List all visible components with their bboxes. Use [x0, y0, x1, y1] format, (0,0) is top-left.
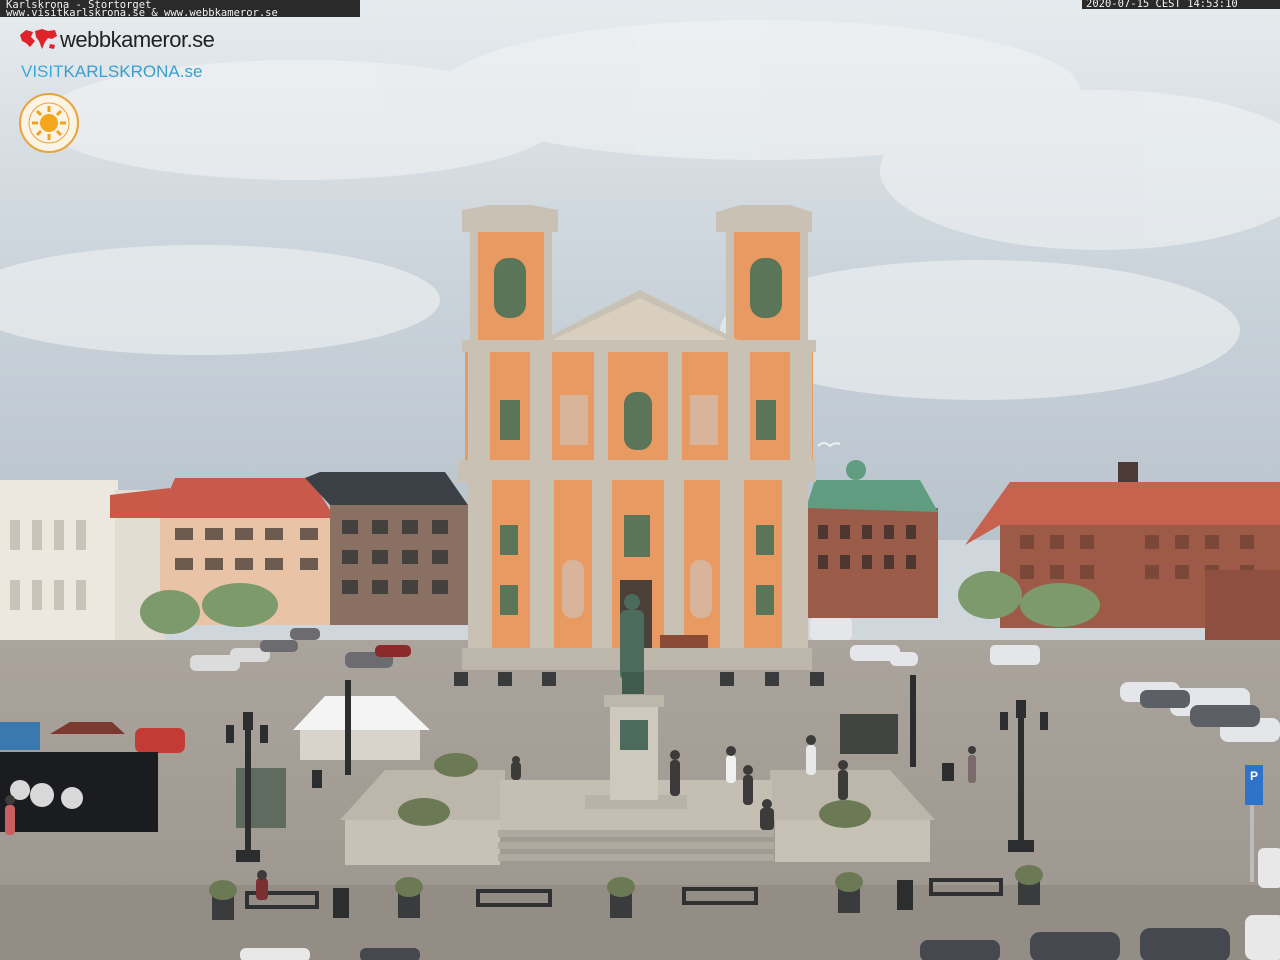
camera-caption: Karlskrona - Stortorget www.visitkarlskr… — [0, 0, 360, 17]
visitkarlskrona-logo: VISITKARLSKRONA.se — [21, 62, 202, 82]
webbkameror-logo-text: webbkameror.se — [60, 27, 215, 52]
right-buildings — [806, 460, 1280, 665]
capture-timestamp: 2020-07-15 CEST 14:53:10 — [1082, 0, 1280, 9]
parking-sign-label: P — [1250, 769, 1258, 783]
visit-logo-part1: VISIT — [21, 62, 64, 81]
caption-websites: www.visitkarlskrona.se & www.webbkameror… — [6, 7, 278, 17]
webbkameror-logo: webbkameror.se — [18, 26, 215, 54]
world-map-icon — [20, 29, 57, 49]
visit-logo-part2: KARLSKRONA.se — [63, 62, 203, 81]
sunniest-city-seal-icon — [19, 93, 79, 153]
webcam-scene: P — [0, 0, 1280, 960]
